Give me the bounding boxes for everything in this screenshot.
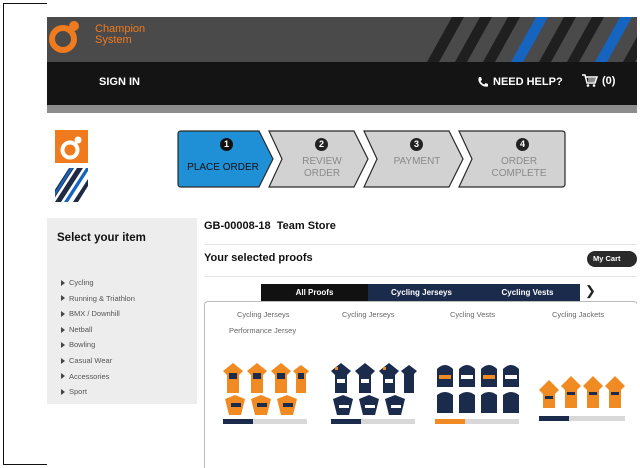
cart-count: (0): [602, 74, 616, 87]
brand-name-line2: System: [95, 34, 132, 46]
brand-name: Champion System: [95, 24, 145, 46]
step-place-order[interactable]: 1 PLACE ORDER: [177, 130, 274, 188]
champion-system-logo-icon[interactable]: [47, 17, 83, 53]
tabs-next-button[interactable]: ❯: [585, 283, 596, 299]
step-3-label: PAYMENT: [393, 156, 441, 167]
caret-right-icon: [61, 388, 65, 395]
product-3-category[interactable]: Cycling Vests: [450, 310, 495, 319]
frame-line-top: [3, 3, 47, 4]
store-logo-icon: [55, 130, 88, 202]
need-help-link[interactable]: NEED HELP?: [477, 76, 563, 88]
product-3-proof-image[interactable]: [431, 357, 523, 427]
phone-icon: [478, 77, 488, 87]
sidebar-item-label: BMX / Downhill: [69, 309, 120, 319]
proofs-heading: Your selected proofs: [204, 252, 313, 264]
sidebar-item-running-triathlon[interactable]: Running & Triathlon: [61, 291, 135, 307]
step-2-label-line2: ORDER: [303, 168, 341, 179]
frame-line-left: [3, 3, 4, 465]
caret-right-icon: [61, 295, 65, 302]
need-help-label: NEED HELP?: [493, 76, 563, 88]
step-4-label-line1: ORDER: [500, 156, 538, 167]
sidebar-item-bowling[interactable]: Bowling: [61, 337, 135, 353]
header-banner: Champion System: [47, 17, 637, 62]
top-navbar: SIGN IN NEED HELP? (0): [47, 62, 637, 105]
product-1-proof-image[interactable]: [219, 357, 311, 427]
product-1-name[interactable]: Performance Jersey: [229, 326, 296, 335]
sidebar-item-label: Cycling: [69, 278, 94, 287]
step-order-complete[interactable]: 4 ORDER COMPLETE: [458, 130, 566, 188]
step-2-label: REVIEW ORDER: [276, 156, 368, 180]
step-payment[interactable]: 3 PAYMENT: [363, 130, 464, 188]
store-id: GB-00008-18: [204, 220, 271, 232]
step-4-number: 4: [516, 138, 529, 151]
category-list: Cycling Running & Triathlon BMX / Downhi…: [61, 275, 135, 400]
tab-cycling-jerseys[interactable]: Cycling Jerseys: [368, 284, 475, 301]
caret-right-icon: [61, 373, 65, 380]
my-cart-button[interactable]: My Cart (0): [587, 251, 637, 279]
sidebar-item-netball[interactable]: Netball: [61, 322, 135, 338]
product-2-category[interactable]: Cycling Jerseys: [342, 310, 395, 319]
chevron-right-icon: ❯: [585, 283, 596, 298]
sidebar-item-label: Casual Wear: [69, 355, 113, 365]
cart-link[interactable]: (0): [582, 74, 615, 87]
caret-right-icon: [61, 326, 65, 333]
sidebar-item-accessories[interactable]: Accessories: [61, 369, 135, 385]
tab-cycling-vests[interactable]: Cycling Vests: [475, 284, 580, 301]
sidebar-item-bmx-downhill[interactable]: BMX / Downhill: [61, 306, 135, 322]
step-review-order[interactable]: 2 REVIEW ORDER: [268, 130, 369, 188]
sign-in-link[interactable]: SIGN IN: [99, 76, 140, 88]
caret-right-icon: [61, 342, 65, 349]
caret-right-icon: [61, 279, 65, 286]
cart-icon: [582, 74, 598, 87]
sidebar-item-cycling[interactable]: Cycling: [61, 275, 135, 291]
step-4-label-line2: COMPLETE: [491, 168, 547, 179]
product-4-category[interactable]: Cycling Jackets: [552, 310, 604, 319]
step-3-number: 3: [410, 138, 423, 151]
sidebar-title: Select your item: [57, 232, 146, 244]
sidebar-item-label: Netball: [69, 324, 93, 334]
caret-right-icon: [61, 310, 65, 317]
step-2-label-line1: REVIEW: [302, 156, 342, 167]
step-1-number: 1: [220, 138, 233, 151]
tab-all-proofs[interactable]: All Proofs: [261, 284, 368, 301]
product-4-proof-image[interactable]: [535, 362, 631, 426]
sidebar-item-label: Running & Triathlon: [69, 293, 135, 303]
sidebar-item-label: Accessories: [69, 371, 110, 381]
caret-right-icon: [61, 357, 65, 364]
sidebar-item-sport[interactable]: Sport: [61, 384, 135, 400]
proofs-panel: Cycling Jerseys Performance Jersey Cycli…: [204, 301, 637, 468]
header-divider-strip: [47, 105, 637, 113]
sidebar-item-label: Bowling: [69, 340, 96, 350]
store-title: GB-00008-18 Team Store: [204, 220, 336, 232]
divider: [204, 244, 637, 245]
product-2-proof-image[interactable]: [327, 357, 419, 427]
step-2-number: 2: [315, 138, 328, 151]
store-page: Champion System SIGN IN NEED HELP? (0) 1…: [47, 17, 637, 468]
category-sidebar: Select your item Cycling Running & Triat…: [47, 218, 197, 404]
sidebar-item-label: Sport: [69, 387, 87, 397]
frame-line-bottom: [3, 464, 47, 465]
step-4-label: ORDER COMPLETE: [472, 156, 566, 180]
divider: [204, 276, 637, 277]
sidebar-item-casual-wear[interactable]: Casual Wear: [61, 353, 135, 369]
store-name: Team Store: [276, 220, 336, 232]
step-1-label: PLACE ORDER: [187, 162, 259, 173]
product-1-category[interactable]: Cycling Jerseys: [237, 310, 290, 319]
